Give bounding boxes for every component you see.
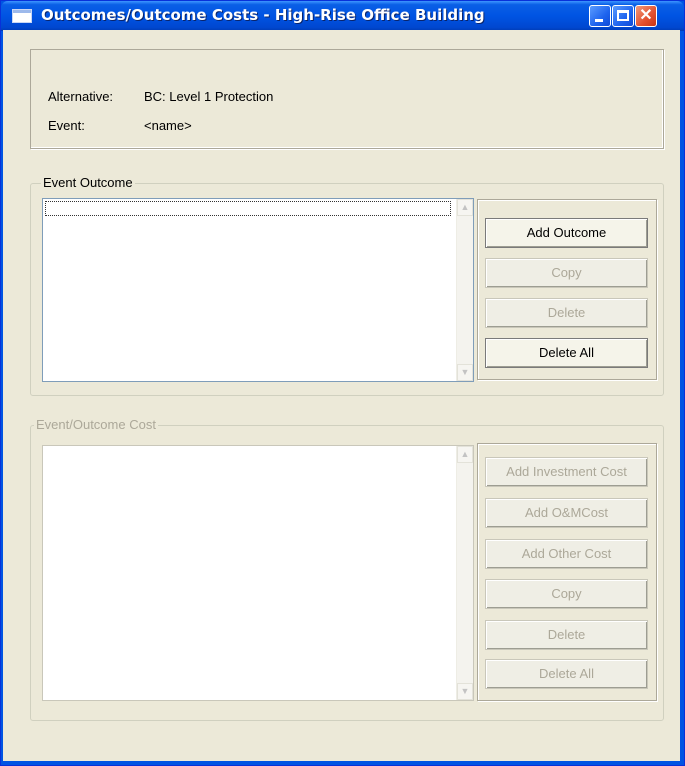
- event-outcome-cost-list[interactable]: ▲ ▼: [42, 445, 474, 701]
- delete-cost-button[interactable]: Delete: [485, 620, 648, 650]
- close-icon: ✕: [639, 7, 653, 24]
- scroll-down-arrow-icon[interactable]: ▼: [457, 364, 473, 381]
- info-panel: Alternative: BC: Level 1 Protection Even…: [30, 49, 664, 149]
- add-investment-cost-button[interactable]: Add Investment Cost: [485, 457, 648, 487]
- add-om-cost-button[interactable]: Add O&MCost: [485, 498, 648, 528]
- event-outcome-cost-button-panel: Add Investment Cost Add O&MCost Add Othe…: [477, 443, 657, 701]
- minimize-button[interactable]: [589, 5, 611, 27]
- scroll-up-arrow-icon[interactable]: ▲: [457, 199, 473, 216]
- window-app-icon: [12, 9, 32, 23]
- event-outcome-cost-scrollbar[interactable]: ▲ ▼: [456, 446, 473, 700]
- event-outcome-scrollbar[interactable]: ▲ ▼: [456, 199, 473, 381]
- event-value: <name>: [144, 118, 192, 133]
- event-outcome-cost-group-title: Event/Outcome Cost: [34, 417, 158, 432]
- scroll-down-arrow-icon[interactable]: ▼: [457, 683, 473, 700]
- event-outcome-button-panel: Add Outcome Copy Delete Delete All: [477, 199, 657, 380]
- event-label: Event:: [48, 118, 85, 133]
- copy-cost-button[interactable]: Copy: [485, 579, 648, 609]
- scroll-up-arrow-icon[interactable]: ▲: [457, 446, 473, 463]
- maximize-button[interactable]: [612, 5, 634, 27]
- delete-all-outcomes-button[interactable]: Delete All: [485, 338, 648, 368]
- title-bar[interactable]: Outcomes/Outcome Costs - High-Rise Offic…: [1, 1, 684, 31]
- copy-outcome-button[interactable]: Copy: [485, 258, 648, 288]
- alternative-value: BC: Level 1 Protection: [144, 89, 274, 104]
- window-title: Outcomes/Outcome Costs - High-Rise Offic…: [41, 6, 485, 24]
- event-outcome-group-title: Event Outcome: [41, 175, 135, 190]
- close-button[interactable]: ✕: [635, 5, 657, 27]
- add-other-cost-button[interactable]: Add Other Cost: [485, 539, 648, 569]
- delete-outcome-button[interactable]: Delete: [485, 298, 648, 328]
- delete-all-costs-button[interactable]: Delete All: [485, 659, 648, 689]
- maximize-icon: [617, 10, 629, 21]
- alternative-label: Alternative:: [48, 89, 114, 104]
- minimize-icon: [595, 19, 603, 22]
- add-outcome-button[interactable]: Add Outcome: [485, 218, 648, 248]
- list-focus-row[interactable]: [45, 201, 451, 216]
- event-outcome-list[interactable]: ▲ ▼: [42, 198, 474, 382]
